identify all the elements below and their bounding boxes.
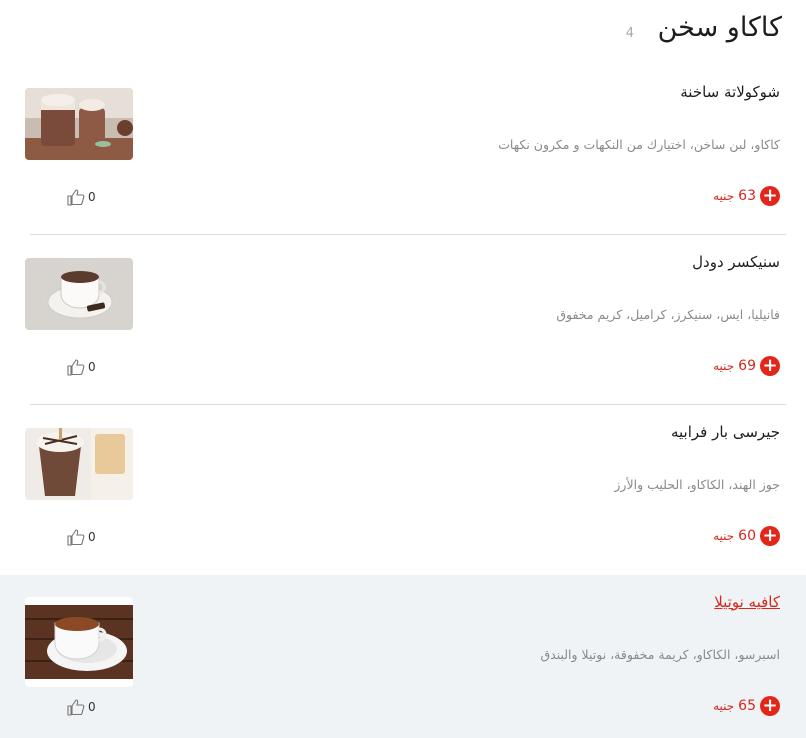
thumbs-up-icon: [67, 189, 85, 206]
price-value: 69: [738, 358, 756, 374]
like-button[interactable]: 0: [66, 358, 96, 376]
like-button[interactable]: 0: [66, 698, 96, 716]
thumbs-up-icon: [67, 529, 85, 546]
menu-item[interactable]: سنيكسر دودل فانيليا، ايس، سنيكرز، كراميل…: [0, 235, 806, 405]
item-description: جوز الهند، الكاكاو، الحليب والأرز: [614, 477, 780, 492]
item-image-snickers-doodle[interactable]: [25, 258, 133, 330]
item-image-nutella-cafe[interactable]: [25, 597, 133, 687]
item-image-jersey-frappe[interactable]: [25, 428, 133, 500]
thumbs-up-icon: [67, 359, 85, 376]
item-name[interactable]: جيرسى بار فرابيه: [671, 423, 780, 441]
like-button[interactable]: 0: [66, 188, 96, 206]
item-image-hot-chocolate[interactable]: [25, 88, 133, 160]
item-name[interactable]: سنيكسر دودل: [692, 253, 780, 271]
add-to-cart-button[interactable]: جنيه 65 +: [713, 696, 780, 716]
item-description: كاكاو، لبن ساخن، اختيارك من النكهات و مك…: [498, 137, 780, 152]
like-button[interactable]: 0: [66, 528, 96, 546]
add-to-cart-button[interactable]: جنيه 60 +: [713, 526, 780, 546]
menu-item[interactable]: شوكولاتة ساخنة كاكاو، لبن ساخن، اختيارك …: [0, 65, 806, 235]
plus-icon: +: [760, 526, 780, 546]
price-currency: جنيه: [713, 189, 735, 203]
like-count: 0: [88, 190, 96, 204]
price-currency: جنيه: [713, 699, 735, 713]
section-item-count: 4: [625, 26, 634, 41]
add-to-cart-button[interactable]: جنيه 69 +: [713, 356, 780, 376]
like-count: 0: [88, 360, 96, 374]
section-title: كاكاو سخن: [657, 12, 782, 43]
item-name-link[interactable]: كافيه نوتيلا: [714, 593, 780, 611]
plus-icon: +: [760, 186, 780, 206]
like-count: 0: [88, 530, 96, 544]
section-header: كاكاو سخن 4: [0, 0, 806, 75]
price-value: 63: [738, 188, 756, 204]
item-name[interactable]: شوكولاتة ساخنة: [680, 83, 780, 101]
price-value: 65: [738, 698, 756, 714]
price-value: 60: [738, 528, 756, 544]
add-to-cart-button[interactable]: جنيه 63 +: [713, 186, 780, 206]
like-count: 0: [88, 700, 96, 714]
thumbs-up-icon: [67, 699, 85, 716]
plus-icon: +: [760, 696, 780, 716]
item-description: فانيليا، ايس، سنيكرز، كراميل، كريم مخفوق: [556, 307, 780, 322]
price-currency: جنيه: [713, 359, 735, 373]
price-currency: جنيه: [713, 529, 735, 543]
menu-item[interactable]: جيرسى بار فرابيه جوز الهند، الكاكاو، الح…: [0, 405, 806, 575]
item-description: اسبرسو، الكاكاو، كريمة مخفوقة، نوتيلا وا…: [540, 647, 780, 662]
plus-icon: +: [760, 356, 780, 376]
menu-item[interactable]: كافيه نوتيلا اسبرسو، الكاكاو، كريمة مخفو…: [0, 575, 806, 738]
